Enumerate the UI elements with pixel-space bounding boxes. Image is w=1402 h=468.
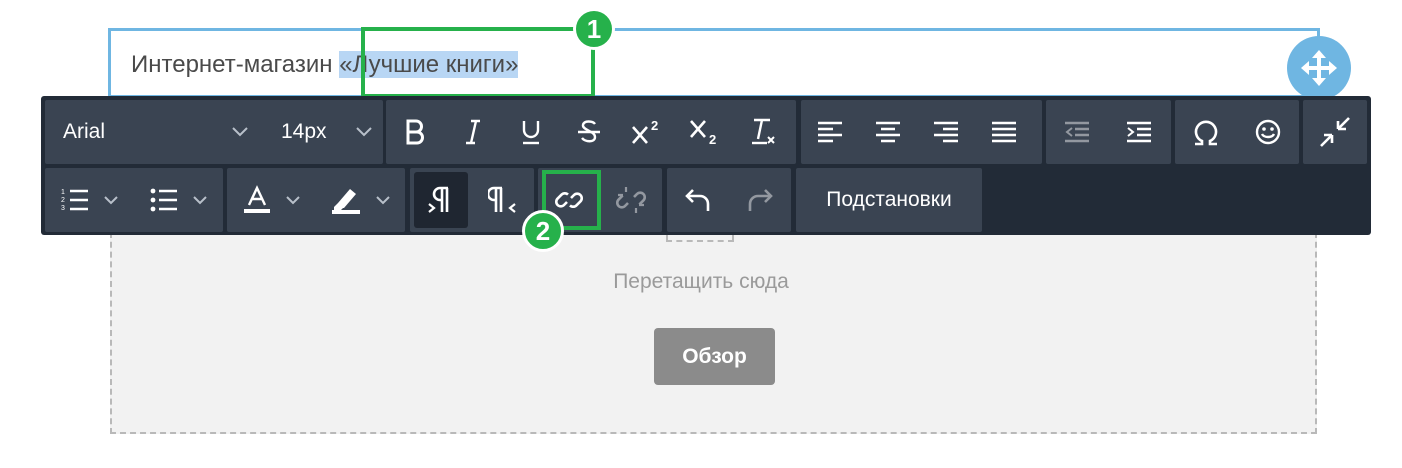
unlink-icon xyxy=(615,187,647,213)
align-justify-button[interactable] xyxy=(975,100,1033,164)
svg-text:1: 1 xyxy=(61,189,65,196)
move-icon xyxy=(1301,50,1337,86)
svg-text:2: 2 xyxy=(651,118,658,133)
rtl-icon xyxy=(488,186,516,213)
placeholders-group: Подстановки xyxy=(796,168,982,232)
indent-icon xyxy=(1127,121,1151,143)
selected-text-highlight xyxy=(361,27,595,98)
ltr-icon xyxy=(428,186,449,213)
chevron-down-icon xyxy=(356,127,372,137)
ltr-active xyxy=(414,172,468,228)
undo-icon xyxy=(685,189,710,211)
subscript-icon: 2 xyxy=(690,120,716,146)
step-badge-2: 2 xyxy=(522,210,564,252)
insert-group xyxy=(1175,100,1299,164)
outdent-icon xyxy=(1065,121,1089,143)
chevron-down-icon xyxy=(285,196,300,205)
align-left-button[interactable] xyxy=(801,100,859,164)
highlight-icon xyxy=(331,189,360,214)
superscript-button[interactable]: 2 xyxy=(618,100,676,164)
svg-text:2: 2 xyxy=(61,197,65,204)
direction-group xyxy=(410,168,534,232)
special-char-icon xyxy=(1194,120,1218,146)
move-handle[interactable] xyxy=(1287,36,1351,100)
undo-button[interactable] xyxy=(667,168,729,232)
emoji-icon xyxy=(1255,119,1281,145)
text-color-icon xyxy=(243,185,270,213)
bold-icon xyxy=(406,119,424,145)
browse-button[interactable]: Обзор xyxy=(654,328,775,385)
chevron-down-icon xyxy=(375,196,390,205)
font-size-value: 14px xyxy=(281,120,327,143)
drop-zone-text: Перетащить сюда xyxy=(613,270,789,293)
font-family-select[interactable]: Arial xyxy=(45,100,263,164)
superscript-icon: 2 xyxy=(632,118,658,144)
align-center-button[interactable] xyxy=(859,100,917,164)
strikethrough-icon xyxy=(578,120,600,143)
color-group xyxy=(227,168,405,232)
chevron-down-icon xyxy=(103,196,118,205)
align-right-icon xyxy=(934,121,958,143)
svg-text:3: 3 xyxy=(61,205,65,212)
align-center-icon xyxy=(876,121,900,143)
placeholders-button[interactable]: Подстановки xyxy=(796,168,982,232)
unordered-list-icon xyxy=(150,188,177,212)
text-color-button[interactable] xyxy=(227,168,316,232)
emoji-button[interactable] xyxy=(1237,100,1299,164)
font-size-select[interactable]: 14px xyxy=(263,100,381,164)
strikethrough-button[interactable] xyxy=(560,100,618,164)
font-group: Arial 14px xyxy=(45,100,383,164)
collapse-group xyxy=(1303,100,1367,164)
italic-button[interactable] xyxy=(444,100,502,164)
unordered-list-button[interactable] xyxy=(134,168,223,232)
underline-button[interactable] xyxy=(502,100,560,164)
indent-group xyxy=(1046,100,1171,164)
redo-button[interactable] xyxy=(729,168,791,232)
clear-format-icon xyxy=(752,118,775,145)
svg-text:2: 2 xyxy=(709,132,716,146)
outdent-button[interactable] xyxy=(1046,100,1108,164)
chevron-down-icon xyxy=(192,196,207,205)
align-right-button[interactable] xyxy=(917,100,975,164)
indent-button[interactable] xyxy=(1108,100,1170,164)
placeholders-label: Подстановки xyxy=(826,188,952,211)
chevron-down-icon xyxy=(232,127,248,137)
history-group xyxy=(667,168,791,232)
text-format-group: 2 2 xyxy=(386,100,796,164)
step-badge-1: 1 xyxy=(573,8,615,50)
special-char-button[interactable] xyxy=(1175,100,1237,164)
redo-icon xyxy=(748,189,773,211)
heading-prefix: Интернет-магазин xyxy=(131,51,340,78)
font-family-value: Arial xyxy=(63,120,106,143)
subscript-button[interactable]: 2 xyxy=(676,100,734,164)
highlight-color-button[interactable] xyxy=(316,168,405,232)
collapse-icon xyxy=(1320,117,1350,147)
formatting-toolbar: Arial 14px 2 2 1 2 3 Подстановки xyxy=(41,96,1371,235)
list-group: 123 xyxy=(45,168,223,232)
collapse-button[interactable] xyxy=(1303,100,1367,164)
ordered-list-icon: 123 xyxy=(61,189,88,212)
italic-icon xyxy=(466,119,480,145)
align-group xyxy=(801,100,1042,164)
unlink-button[interactable] xyxy=(600,168,662,232)
bold-button[interactable] xyxy=(386,100,444,164)
align-justify-icon xyxy=(992,121,1016,143)
ordered-list-button[interactable]: 123 xyxy=(45,168,134,232)
underline-icon xyxy=(522,121,540,145)
ltr-button[interactable] xyxy=(410,168,472,232)
align-left-icon xyxy=(818,121,842,143)
heading-block[interactable]: Интернет-магазин «Лучшие книги» xyxy=(108,28,1320,98)
clear-format-button[interactable] xyxy=(734,100,792,164)
